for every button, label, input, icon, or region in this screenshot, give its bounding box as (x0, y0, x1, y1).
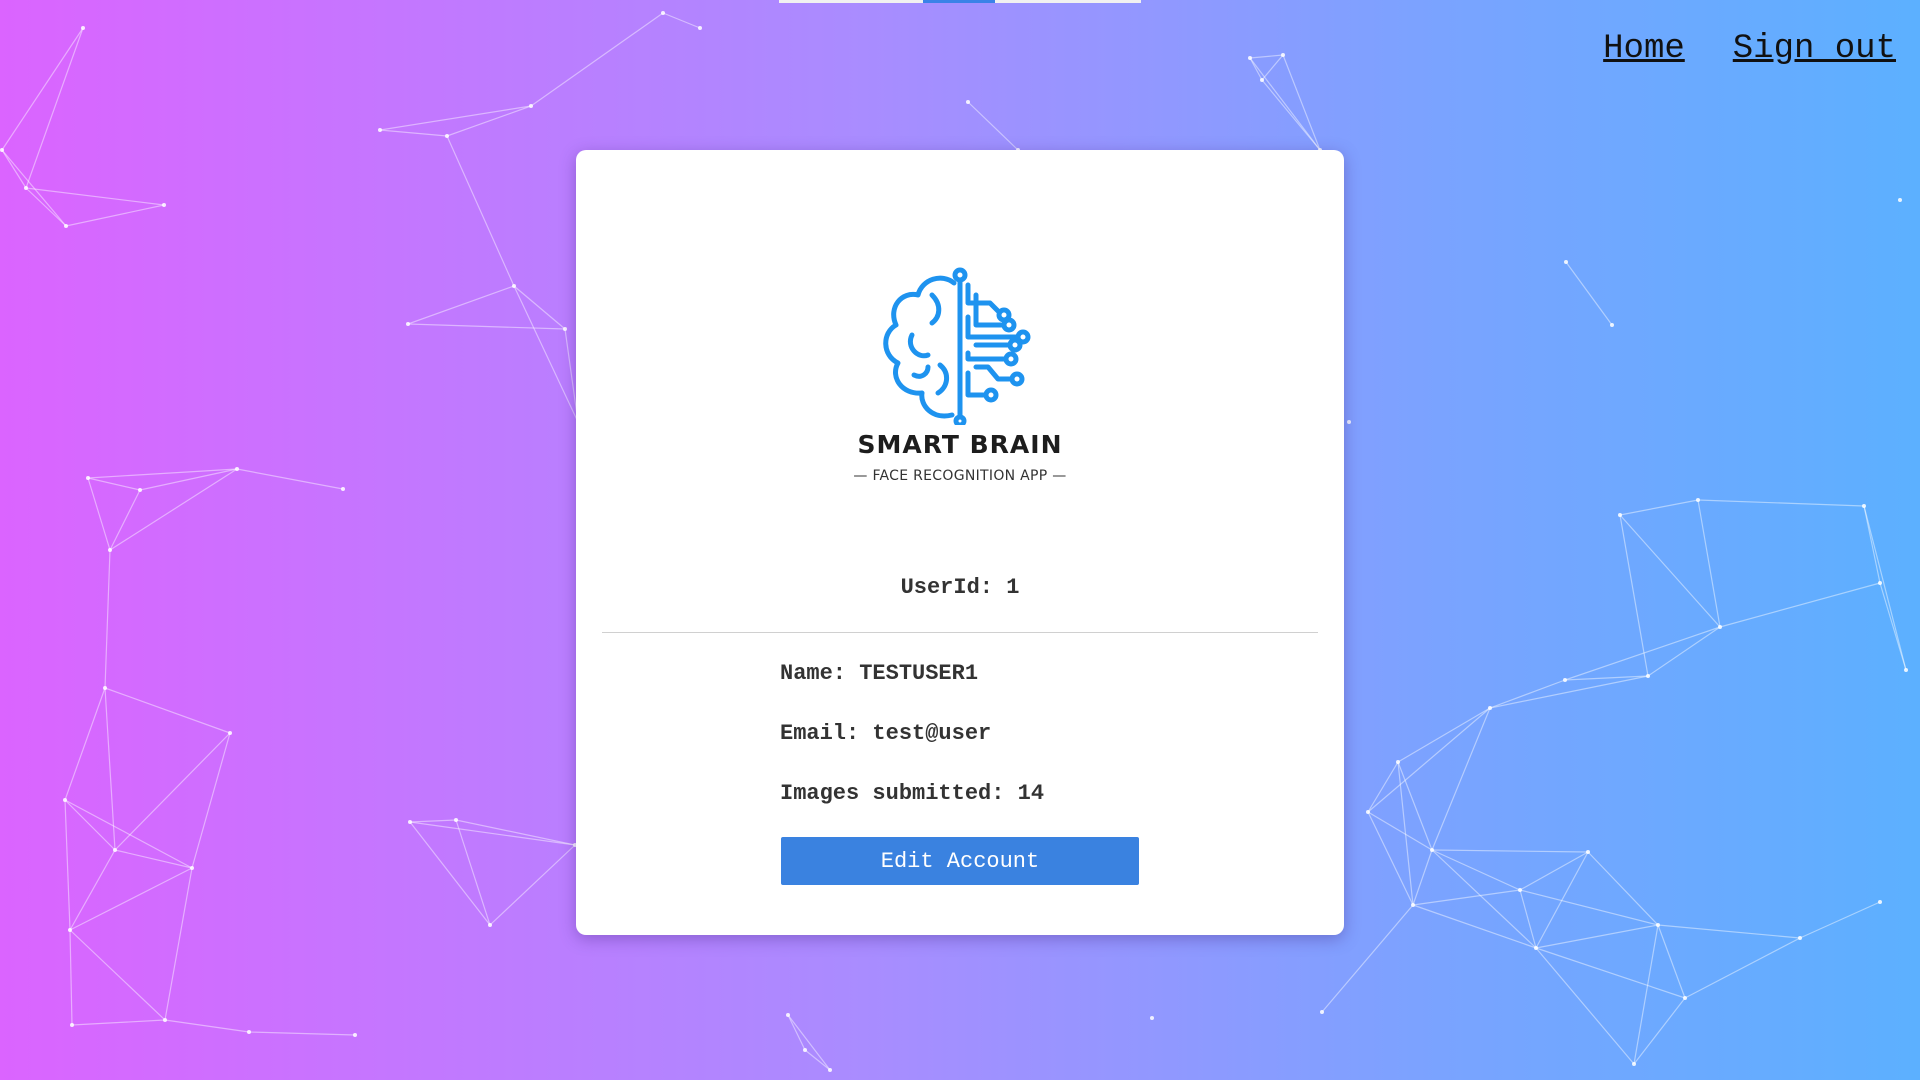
logo-subtitle: — FACE RECOGNITION APP — (853, 468, 1067, 484)
edit-account-button[interactable]: Edit Account (781, 837, 1139, 885)
email-label: Email: test@user (780, 721, 992, 746)
home-link[interactable]: Home (1603, 30, 1685, 68)
name-label: Name: TESTUSER1 (780, 661, 979, 686)
loading-bar (779, 0, 1141, 3)
top-nav: Home Sign out (1603, 30, 1896, 68)
user-id-label: UserId: 1 (900, 575, 1020, 600)
divider (602, 632, 1318, 633)
smart-brain-logo: SMART BRAIN — FACE RECOGNITION APP — (832, 255, 1088, 495)
logo-title: SMART BRAIN (857, 430, 1063, 459)
images-submitted-label: Images submitted: 14 (780, 781, 1045, 806)
sign-out-link[interactable]: Sign out (1733, 30, 1896, 68)
brain-circuit-icon (883, 267, 1031, 428)
